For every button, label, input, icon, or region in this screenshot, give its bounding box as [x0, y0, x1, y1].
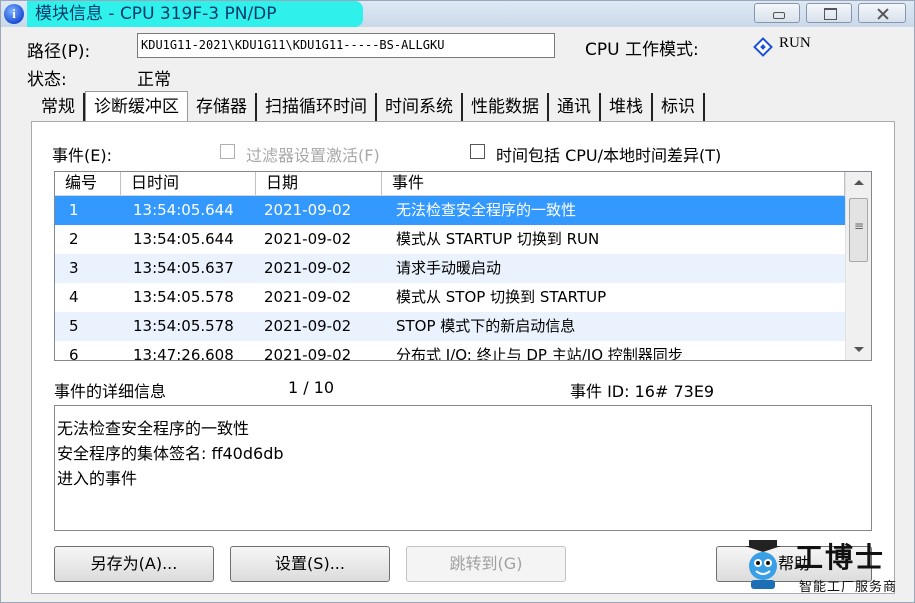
tab-bar: 常规 诊断缓冲区 存储器 扫描循环时间 时间系统 性能数据 通讯 堆栈 标识: [31, 91, 705, 121]
row-number: 4: [69, 288, 79, 306]
status-label: 状态:: [27, 70, 67, 90]
row-event: 模式从 STARTUP 切换到 RUN: [396, 230, 600, 248]
filter-active-label: 过滤器设置激活(F): [246, 146, 380, 165]
details-line: 进入的事件: [57, 469, 138, 488]
tab-stack[interactable]: 堆栈: [601, 93, 653, 121]
tab-scan-cycle-time[interactable]: 扫描循环时间: [257, 93, 377, 121]
cpu-mode-label: CPU 工作模式:: [585, 40, 699, 60]
run-status-icon: [753, 37, 773, 57]
row-date: 2021-09-02: [264, 317, 352, 335]
window-title: 模块信息 - CPU 319F-3 PN/DP: [27, 1, 363, 27]
row-number: 1: [69, 201, 79, 219]
mascot-icon: [745, 540, 781, 589]
row-time: 13:54:05.578: [133, 288, 234, 306]
row-time: 13:54:05.644: [133, 230, 234, 248]
row-date: 2021-09-02: [264, 288, 352, 306]
table-row[interactable]: 6 13:47:26.608 2021-09-02 分布式 I/O: 终止与 D…: [55, 341, 847, 361]
tab-time-system[interactable]: 时间系统: [377, 93, 463, 121]
row-number: 2: [69, 230, 79, 248]
logo-name: 工博士: [795, 541, 886, 574]
details-line: 无法检查安全程序的一致性: [57, 419, 250, 438]
time-offset-label: 时间包括 CPU/本地时间差异(T): [496, 146, 722, 165]
row-date: 2021-09-02: [264, 346, 352, 361]
column-header-date[interactable]: 日期: [256, 172, 382, 195]
row-number: 3: [69, 259, 79, 277]
tab-performance-data[interactable]: 性能数据: [463, 93, 549, 121]
event-id: 事件 ID: 16# 73E9: [570, 382, 715, 401]
details-label: 事件的详细信息: [54, 382, 167, 401]
tab-diagnostic-buffer[interactable]: 诊断缓冲区: [85, 91, 188, 121]
row-event: 无法检查安全程序的一致性: [396, 201, 577, 219]
maximize-button[interactable]: [806, 3, 852, 23]
row-date: 2021-09-02: [264, 259, 352, 277]
table-row[interactable]: 1 13:54:05.644 2021-09-02 无法检查安全程序的一致性: [55, 196, 847, 225]
scroll-thumb[interactable]: [849, 198, 868, 262]
table-row[interactable]: 3 13:54:05.637 2021-09-02 请求手动暖启动: [55, 254, 847, 283]
goto-button[interactable]: 跳转到(G): [406, 546, 566, 582]
row-time: 13:54:05.578: [133, 317, 234, 335]
events-label: 事件(E):: [52, 146, 112, 165]
event-list[interactable]: 编号 日时间 日期 事件 1 13:54:05.644 2021-09-02 无…: [54, 171, 872, 361]
settings-button[interactable]: 设置(S)...: [230, 546, 390, 582]
table-row[interactable]: 5 13:54:05.578 2021-09-02 STOP 模式下的新启动信息: [55, 312, 847, 341]
tab-memory[interactable]: 存储器: [188, 93, 257, 121]
table-row[interactable]: 2 13:54:05.644 2021-09-02 模式从 STARTUP 切换…: [55, 225, 847, 254]
save-as-button[interactable]: 另存为(A)...: [54, 546, 214, 582]
logo-tagline: 智能工厂服务商: [799, 580, 898, 595]
table-row[interactable]: 4 13:54:05.578 2021-09-02 模式从 STOP 切换到 S…: [55, 283, 847, 312]
tab-general[interactable]: 常规: [31, 93, 85, 121]
title-bar[interactable]: i 模块信息 - CPU 319F-3 PN/DP: [1, 1, 914, 27]
watermark-logo: 工博士 智能工厂服务商: [737, 536, 907, 598]
column-header-number[interactable]: 编号: [55, 172, 121, 195]
event-list-scrollbar[interactable]: [845, 172, 871, 360]
info-icon: i: [4, 4, 24, 24]
row-event: 模式从 STOP 切换到 STARTUP: [396, 288, 607, 306]
row-number: 6: [69, 346, 79, 361]
column-header-time[interactable]: 日时间: [121, 172, 256, 195]
module-info-window: i 模块信息 - CPU 319F-3 PN/DP 路径(P): KDU1G11…: [0, 0, 915, 603]
scroll-down-icon[interactable]: [854, 347, 864, 352]
window-controls: [754, 3, 906, 23]
column-header-event[interactable]: 事件: [382, 172, 845, 195]
path-field[interactable]: KDU1G11-2021\KDU1G11\KDU1G11-----BS-ALLG…: [137, 33, 555, 58]
row-date: 2021-09-02: [264, 201, 352, 219]
scroll-up-icon[interactable]: [854, 180, 864, 185]
minimize-button[interactable]: [754, 3, 800, 23]
event-counter: 1 / 10: [288, 378, 335, 397]
tab-communication[interactable]: 通讯: [549, 93, 601, 121]
details-line: 安全程序的集体签名: ff40d6db: [57, 444, 284, 463]
time-offset-checkbox[interactable]: [470, 144, 485, 159]
row-event: 请求手动暖启动: [396, 259, 502, 277]
row-time: 13:54:05.644: [133, 201, 234, 219]
tab-identification[interactable]: 标识: [653, 93, 705, 121]
path-label: 路径(P):: [27, 42, 91, 62]
row-number: 5: [69, 317, 79, 335]
row-time: 13:54:05.637: [133, 259, 234, 277]
cpu-mode-value: RUN: [779, 35, 811, 51]
close-button[interactable]: [858, 3, 906, 23]
filter-active-checkbox[interactable]: [220, 144, 235, 159]
row-date: 2021-09-02: [264, 230, 352, 248]
event-details-box[interactable]: 无法检查安全程序的一致性 安全程序的集体签名: ff40d6db 进入的事件: [54, 405, 872, 531]
status-value: 正常: [137, 70, 171, 90]
event-rows: 1 13:54:05.644 2021-09-02 无法检查安全程序的一致性 2…: [55, 196, 847, 361]
row-event: STOP 模式下的新启动信息: [396, 317, 576, 335]
diagnostic-buffer-panel: 事件(E): 过滤器设置激活(F) 时间包括 CPU/本地时间差异(T) 编号 …: [31, 121, 895, 594]
row-time: 13:47:26.608: [133, 346, 234, 361]
row-event: 分布式 I/O: 终止与 DP 主站/IO 控制器同步: [396, 346, 683, 361]
event-list-header: 编号 日时间 日期 事件: [55, 172, 845, 196]
